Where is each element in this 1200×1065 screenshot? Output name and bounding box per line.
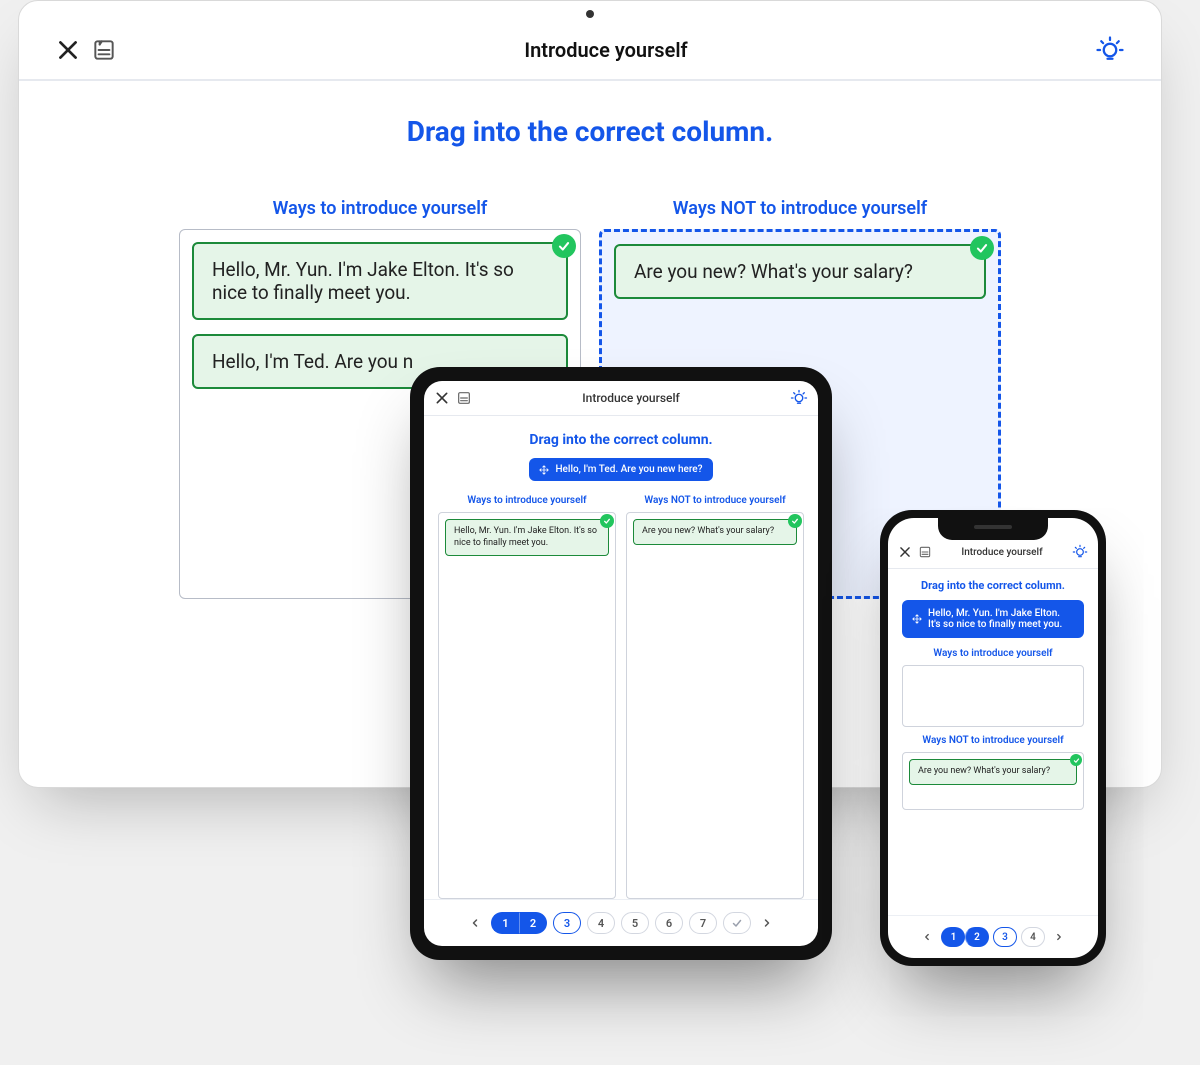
- hint-lightbulb-icon[interactable]: [1072, 544, 1088, 560]
- card-text: Are you new? What's your salary?: [634, 260, 913, 283]
- move-icon: [539, 465, 549, 475]
- card-text: Hello, Mr. Yun. I'm Jake Elton. It's so …: [454, 526, 597, 548]
- correct-tick-icon: [970, 236, 994, 260]
- correct-tick-icon: [1070, 754, 1082, 766]
- pagination-bar: 1 2 3 4: [888, 915, 1098, 958]
- tablet-frame: Introduce yourself Drag into the correct…: [410, 367, 832, 960]
- left-column-title: Ways to introduce yourself: [438, 495, 616, 506]
- card-text: Are you new? What's your salary?: [642, 526, 774, 536]
- lesson-doc-icon[interactable]: [918, 545, 932, 559]
- phone-notch: [938, 518, 1048, 540]
- left-drop-zone[interactable]: Hello, Mr. Yun. I'm Jake Elton. It's so …: [438, 512, 616, 899]
- right-column-title: Ways NOT to introduce yourself: [626, 495, 804, 506]
- page-button[interactable]: 1: [491, 912, 519, 934]
- answer-card[interactable]: Are you new? What's your salary?: [614, 244, 986, 299]
- draggable-chip[interactable]: Hello, I'm Ted. Are you new here?: [529, 458, 712, 481]
- phone-frame: Introduce yourself Drag into the correct…: [880, 510, 1106, 966]
- chip-text: Hello, Mr. Yun. I'm Jake Elton. It's so …: [928, 608, 1074, 630]
- next-icon[interactable]: [757, 912, 777, 934]
- answer-card[interactable]: Hello, Mr. Yun. I'm Jake Elton. It's so …: [192, 242, 568, 320]
- close-icon[interactable]: [55, 37, 81, 63]
- left-column-title: Ways to introduce yourself: [179, 198, 581, 219]
- instruction-text: Drag into the correct column.: [19, 115, 1161, 148]
- prev-icon[interactable]: [917, 926, 937, 948]
- lesson-title: Introduce yourself: [961, 547, 1042, 558]
- move-icon: [912, 614, 922, 624]
- page-button[interactable]: 2: [519, 912, 547, 934]
- left-column-title: Ways to introduce yourself: [888, 648, 1098, 659]
- lesson-title: Introduce yourself: [582, 391, 680, 405]
- app-header: Introduce yourself: [424, 381, 818, 416]
- lesson-title: Introduce yourself: [524, 38, 687, 62]
- right-column-title: Ways NOT to introduce yourself: [888, 735, 1098, 746]
- page-button[interactable]: 4: [1021, 927, 1045, 947]
- instruction-text: Drag into the correct column.: [888, 579, 1098, 592]
- phone-speaker: [974, 525, 1012, 529]
- app-header: Introduce yourself: [19, 27, 1161, 81]
- pagination-bar: 1 2 3 4 5 6 7: [424, 899, 818, 946]
- answer-card[interactable]: Are you new? What's your salary?: [633, 519, 797, 545]
- page-button[interactable]: 7: [689, 912, 717, 934]
- page-button[interactable]: 2: [965, 927, 989, 947]
- lesson-doc-icon[interactable]: [456, 390, 472, 406]
- page-button[interactable]: 1: [941, 927, 965, 947]
- page-button[interactable]: 3: [553, 912, 581, 934]
- hint-lightbulb-icon[interactable]: [1095, 35, 1125, 65]
- page-button[interactable]: 3: [993, 927, 1017, 947]
- page-button[interactable]: 5: [621, 912, 649, 934]
- draggable-chip[interactable]: Hello, Mr. Yun. I'm Jake Elton. It's so …: [902, 600, 1084, 638]
- close-icon[interactable]: [898, 545, 912, 559]
- submit-check-button[interactable]: [723, 912, 751, 934]
- page-button[interactable]: 4: [587, 912, 615, 934]
- instruction-text: Drag into the correct column.: [424, 432, 818, 448]
- left-column: Ways to introduce yourself Hello, Mr. Yu…: [438, 495, 616, 899]
- phone-screen: Introduce yourself Drag into the correct…: [888, 518, 1098, 958]
- chip-text: Hello, I'm Ted. Are you new here?: [555, 464, 702, 475]
- card-text: Are you new? What's your salary?: [918, 766, 1050, 776]
- correct-tick-icon: [600, 514, 614, 528]
- camera-dot: [586, 10, 594, 18]
- phone-body: Drag into the correct column. Hello, Mr.…: [888, 569, 1098, 915]
- answer-card[interactable]: Are you new? What's your salary?: [909, 759, 1077, 785]
- lesson-doc-icon[interactable]: [91, 37, 117, 63]
- tablet-screen: Introduce yourself Drag into the correct…: [424, 381, 818, 946]
- next-icon[interactable]: [1049, 926, 1069, 948]
- hint-lightbulb-icon[interactable]: [790, 389, 808, 407]
- right-drop-zone[interactable]: Are you new? What's your salary?: [902, 752, 1084, 810]
- card-text: Hello, Mr. Yun. I'm Jake Elton. It's so …: [212, 258, 514, 304]
- columns-container: Ways to introduce yourself Hello, Mr. Yu…: [424, 495, 818, 899]
- page-button[interactable]: 6: [655, 912, 683, 934]
- answer-card[interactable]: Hello, Mr. Yun. I'm Jake Elton. It's so …: [445, 519, 609, 556]
- correct-tick-icon: [552, 234, 576, 258]
- correct-tick-icon: [788, 514, 802, 528]
- right-column: Ways NOT to introduce yourself Are you n…: [626, 495, 804, 899]
- close-icon[interactable]: [434, 390, 450, 406]
- card-text: Hello, I'm Ted. Are you n: [212, 350, 413, 373]
- right-column-title: Ways NOT to introduce yourself: [599, 198, 1001, 219]
- right-drop-zone[interactable]: Are you new? What's your salary?: [626, 512, 804, 899]
- prev-icon[interactable]: [465, 912, 485, 934]
- left-drop-zone[interactable]: [902, 665, 1084, 727]
